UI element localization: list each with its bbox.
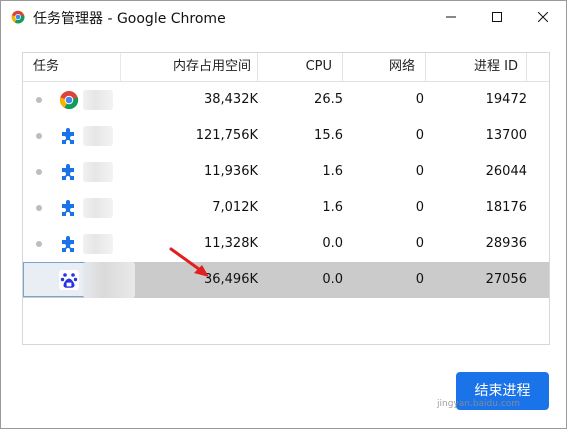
table-row[interactable]: 121,756K 15.6 0 13700 — [23, 118, 549, 154]
status-dot — [36, 97, 42, 103]
table-row[interactable]: 11,936K 1.6 0 26044 — [23, 154, 549, 190]
watermark-text: jingyan.baidu.com — [437, 399, 521, 409]
cpu-cell: 26.5 — [314, 92, 343, 107]
close-button[interactable] — [520, 1, 566, 33]
column-header-memory[interactable]: 内存占用空间 — [121, 53, 258, 81]
network-cell: 0 — [415, 164, 424, 179]
memory-cell: 11,936K — [203, 164, 258, 179]
extension-puzzle-icon — [62, 236, 74, 252]
close-icon — [538, 12, 548, 22]
blurred-task-name — [83, 162, 113, 182]
minimize-button[interactable] — [428, 1, 474, 33]
cpu-cell: 1.6 — [322, 164, 343, 179]
process-table: 任务 内存占用空间 CPU 网络 进程 ID 38,432K 26.5 0 19… — [22, 52, 550, 345]
task-manager-window: 任务管理器 - Google Chrome 任务 内存占用空间 CPU 网络 进… — [0, 0, 567, 429]
status-dot — [36, 241, 42, 247]
pid-cell: 13700 — [485, 128, 527, 143]
cpu-cell: 0.0 — [322, 272, 343, 287]
table-row[interactable]: 7,012K 1.6 0 18176 — [23, 190, 549, 226]
network-cell: 0 — [415, 272, 424, 287]
chrome-icon — [11, 10, 25, 24]
baidu-paw-icon — [59, 270, 79, 290]
minimize-icon — [446, 16, 456, 18]
column-header-task[interactable]: 任务 — [23, 53, 121, 81]
pid-cell: 18176 — [485, 200, 527, 215]
memory-cell: 38,432K — [203, 92, 258, 107]
window-title: 任务管理器 - Google Chrome — [33, 11, 226, 27]
memory-cell: 7,012K — [212, 200, 258, 215]
network-cell: 0 — [415, 236, 424, 251]
memory-cell: 121,756K — [195, 128, 258, 143]
network-cell: 0 — [415, 128, 424, 143]
title-bar[interactable]: 任务管理器 - Google Chrome — [1, 1, 566, 33]
table-header: 任务 内存占用空间 CPU 网络 进程 ID — [23, 53, 549, 82]
pid-cell: 26044 — [485, 164, 527, 179]
cpu-cell: 15.6 — [314, 128, 343, 143]
pid-cell: 19472 — [485, 92, 527, 107]
pid-cell: 27056 — [485, 272, 527, 287]
extension-puzzle-icon — [62, 200, 74, 216]
chrome-icon — [59, 91, 79, 110]
table-row-selected[interactable]: 36,496K 0.0 0 27056 — [23, 262, 549, 298]
maximize-icon — [492, 12, 502, 22]
extension-puzzle-icon — [62, 128, 74, 144]
table-row[interactable]: 11,328K 0.0 0 28936 — [23, 226, 549, 262]
column-header-network[interactable]: 网络 — [343, 53, 426, 81]
network-cell: 0 — [415, 200, 424, 215]
blurred-task-name — [83, 126, 113, 146]
annotation-arrow-icon — [169, 247, 209, 277]
column-header-cpu[interactable]: CPU — [258, 53, 343, 81]
status-dot — [36, 133, 42, 139]
table-row[interactable]: 38,432K 26.5 0 19472 — [23, 82, 549, 118]
column-header-pid[interactable]: 进程 ID — [426, 53, 527, 81]
extension-puzzle-icon — [62, 164, 74, 180]
blurred-task-name — [83, 198, 113, 218]
blurred-task-name — [83, 90, 113, 110]
status-dot — [36, 169, 42, 175]
network-cell: 0 — [415, 92, 424, 107]
cpu-cell: 1.6 — [322, 200, 343, 215]
blurred-task-name — [83, 234, 113, 254]
status-dot — [36, 205, 42, 211]
pid-cell: 28936 — [485, 236, 527, 251]
cpu-cell: 0.0 — [322, 236, 343, 251]
maximize-button[interactable] — [474, 1, 520, 33]
